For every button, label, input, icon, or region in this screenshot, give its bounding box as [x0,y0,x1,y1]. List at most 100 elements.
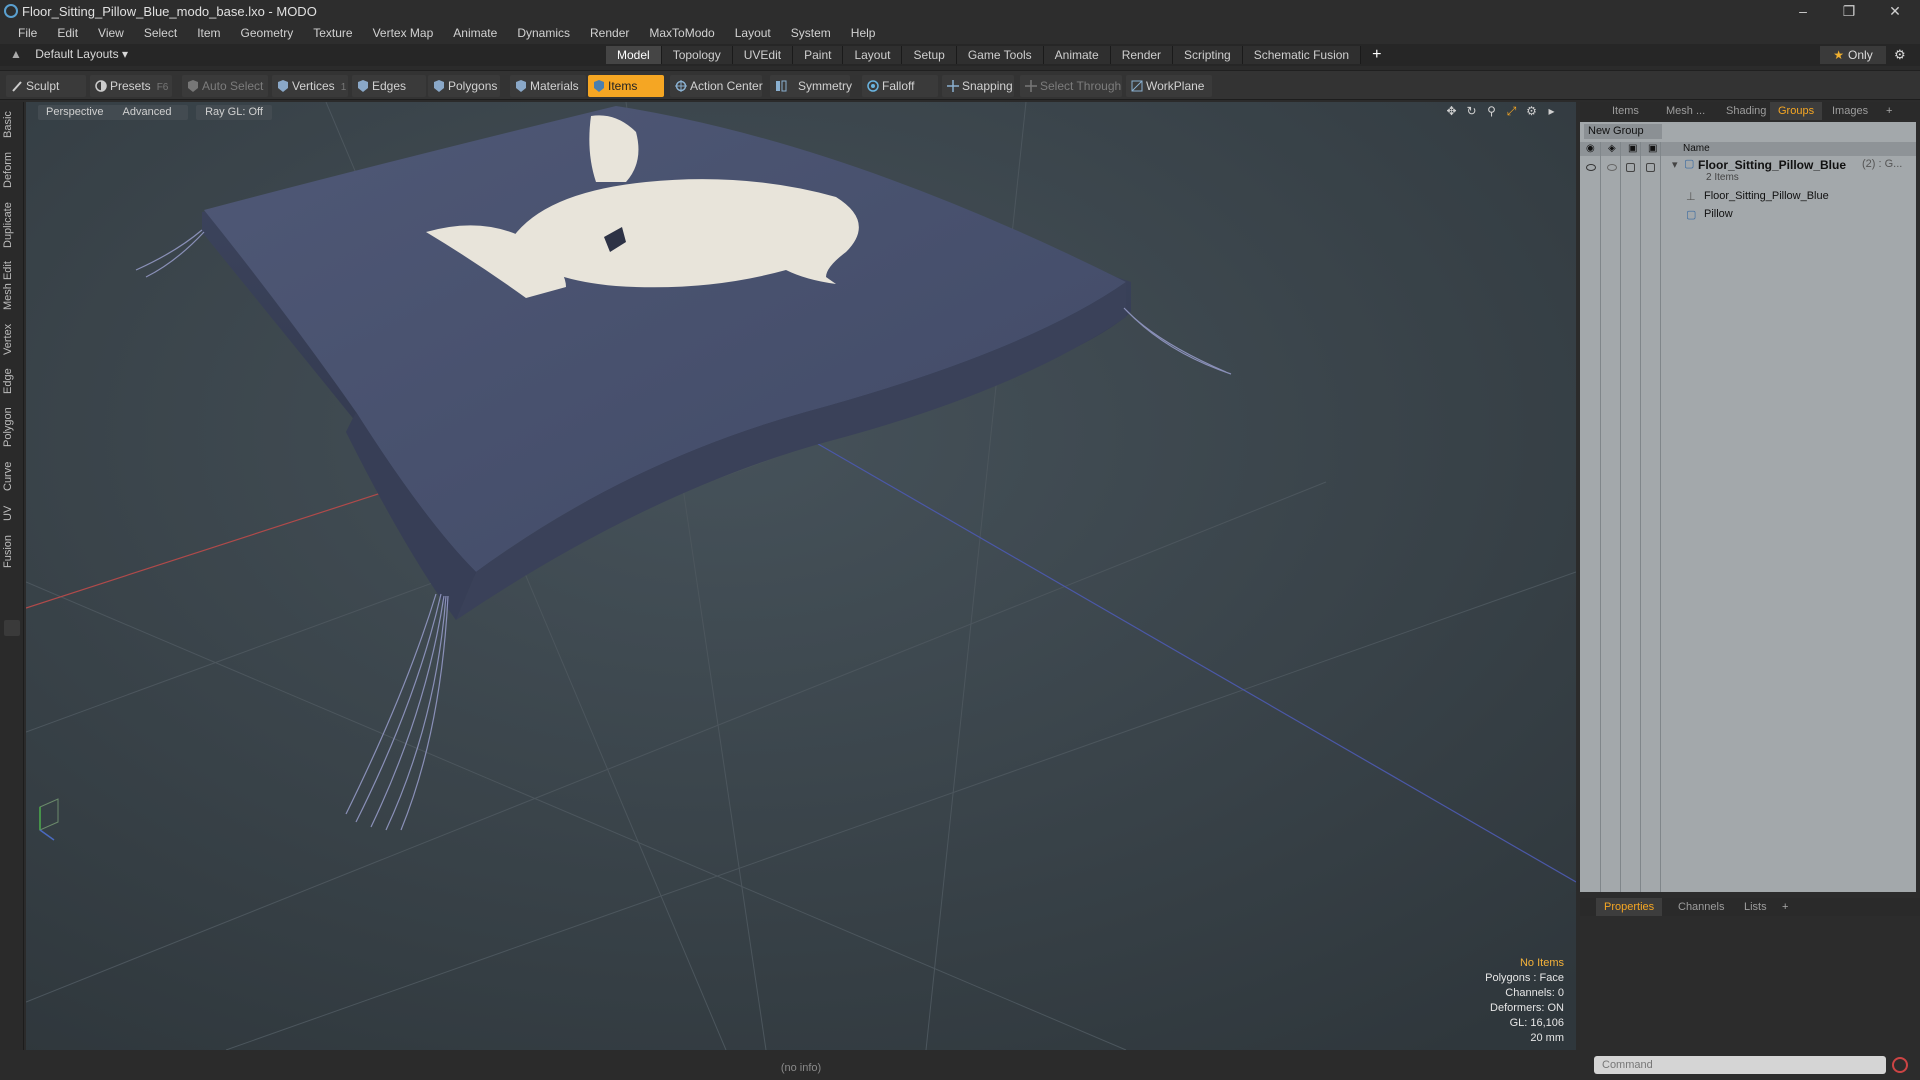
polygons-icon [434,80,444,92]
new-group-button[interactable]: New Group [1584,124,1662,139]
tab-curve[interactable]: Curve [2,456,22,496]
menu-render[interactable]: Render [580,26,639,40]
menu-layout[interactable]: Layout [725,26,781,40]
left-tool-tabs: Basic Deform Duplicate Mesh Edit Vertex … [0,102,24,1050]
tab-items[interactable]: Items [1604,102,1647,120]
tab-topology[interactable]: Topology [661,46,733,64]
add-tab-icon[interactable]: + [1774,898,1796,916]
tab-scripting[interactable]: Scripting [1173,46,1243,64]
tab-properties[interactable]: Properties [1596,898,1663,916]
auto-select-button[interactable]: Auto Select [182,75,268,97]
tab-basic[interactable]: Basic [2,106,22,144]
tab-deform[interactable]: Deform [2,148,22,192]
minimize-button[interactable]: – [1780,0,1826,22]
view-perspective-button[interactable]: Perspective [38,105,112,120]
move-view-icon[interactable]: ✥ [1445,105,1458,118]
menu-system[interactable]: System [781,26,841,40]
list-item[interactable]: ▢ Pillow [1580,208,1916,224]
3d-viewport[interactable]: Perspective Advanced Ray GL: Off ✥ ↻ ⚲ ⤢… [26,102,1576,1050]
materials-button[interactable]: Materials [510,75,586,97]
tab-animate[interactable]: Animate [1043,46,1111,64]
tab-layout[interactable]: Layout [843,46,903,64]
gear-icon[interactable]: ⚙ [1894,47,1906,63]
menu-file[interactable]: File [8,26,47,40]
render-checkbox[interactable] [1626,163,1635,172]
list-item[interactable]: ⊥ Floor_Sitting_Pillow_Blue [1580,190,1916,206]
items-button[interactable]: Items [588,75,664,97]
tab-uvedit[interactable]: UVEdit [732,46,794,64]
layout-selector[interactable]: ▲ Default Layouts ▾ [10,47,128,61]
workplane-button[interactable]: WorkPlane [1126,75,1212,97]
tab-mesh[interactable]: Mesh ... [1658,102,1713,120]
tab-mesh-edit[interactable]: Mesh Edit [2,258,22,314]
select-checkbox[interactable] [1646,163,1655,172]
tab-duplicate[interactable]: Duplicate [2,196,22,254]
materials-icon [516,80,526,92]
panel-toggle-button[interactable] [4,620,20,636]
tab-uv[interactable]: UV [2,500,22,526]
tab-shading[interactable]: Shading [1718,102,1774,120]
menu-help[interactable]: Help [841,26,886,40]
edges-button[interactable]: Edges2 [352,75,434,97]
tab-images[interactable]: Images [1824,102,1876,120]
fit-view-icon[interactable]: ⤢ [1505,105,1518,118]
tab-setup[interactable]: Setup [902,46,957,64]
menu-texture[interactable]: Texture [303,26,362,40]
add-tab-icon[interactable]: + [1361,46,1392,64]
eye-icon[interactable] [1586,164,1596,171]
lock-icon[interactable] [1607,164,1617,171]
tab-channels[interactable]: Channels [1670,898,1732,916]
vertices-button[interactable]: Vertices 1 [272,75,348,97]
items-label: Items [608,79,638,93]
close-button[interactable]: ✕ [1872,0,1918,22]
shading-mode-button[interactable]: Advanced [106,105,188,120]
viewport-nav-icons: ✥ ↻ ⚲ ⤢ ⚙ ▸ [1445,105,1558,118]
tab-schematic-fusion[interactable]: Schematic Fusion [1242,46,1362,64]
workplane-icon [1131,80,1143,92]
workplane-label: WorkPlane [1146,79,1205,93]
zoom-icon[interactable]: ⚲ [1485,105,1498,118]
tab-edge[interactable]: Edge [2,364,22,398]
expand-arrow-icon[interactable]: ▾ [1672,158,1678,171]
lock-column-icon: ◈ [1608,143,1616,154]
falloff-button[interactable]: Falloff [862,75,938,97]
add-tab-icon[interactable]: + [1878,102,1900,120]
tab-render[interactable]: Render [1110,46,1174,64]
tab-game-tools[interactable]: Game Tools [956,46,1044,64]
rotate-view-icon[interactable]: ↻ [1465,105,1478,118]
restore-button[interactable]: ❐ [1826,0,1872,22]
raygl-toggle[interactable]: Ray GL: Off [196,105,272,120]
tab-groups[interactable]: Groups [1770,102,1823,120]
menu-geometry[interactable]: Geometry [231,26,304,40]
command-history-icon[interactable] [1892,1057,1908,1073]
sculpt-button[interactable]: Sculpt [6,75,86,97]
menu-maxtomodo[interactable]: MaxToModo [639,26,724,40]
select-through-button[interactable]: Select Through [1020,75,1122,97]
group-row[interactable]: ▾ ▢ Floor_Sitting_Pillow_Blue (2) : G...… [1580,158,1916,186]
tab-vertex[interactable]: Vertex [2,318,22,360]
action-center-button[interactable]: Action Center [670,75,763,97]
tab-paint[interactable]: Paint [793,46,844,64]
command-input[interactable]: Command [1594,1056,1886,1074]
settings-icon[interactable]: ⚙ [1525,105,1538,118]
menu-animate[interactable]: Animate [443,26,507,40]
snapping-button[interactable]: Snapping [942,75,1014,97]
menu-view[interactable]: View [88,26,134,40]
menu-dynamics[interactable]: Dynamics [507,26,580,40]
menu-edit[interactable]: Edit [47,26,88,40]
menu-vertex-map[interactable]: Vertex Map [363,26,444,40]
menu-select[interactable]: Select [134,26,187,40]
tab-fusion[interactable]: Fusion [2,530,22,572]
polygons-button[interactable]: Polygons [428,75,500,97]
tab-model[interactable]: Model [606,46,662,64]
group-suffix: (2) : G... [1862,158,1903,170]
symmetry-button[interactable]: Symmetry [770,75,852,97]
scene-render [26,102,1576,1050]
name-column-header[interactable]: Name [1683,142,1710,156]
tab-lists[interactable]: Lists [1736,898,1775,916]
menu-item[interactable]: Item [187,26,230,40]
tab-polygon[interactable]: Polygon [2,402,22,452]
only-button[interactable]: ★ Only [1820,46,1886,64]
expand-arrow-icon[interactable]: ▸ [1545,105,1558,118]
presets-button[interactable]: Presets F6 [90,75,172,97]
